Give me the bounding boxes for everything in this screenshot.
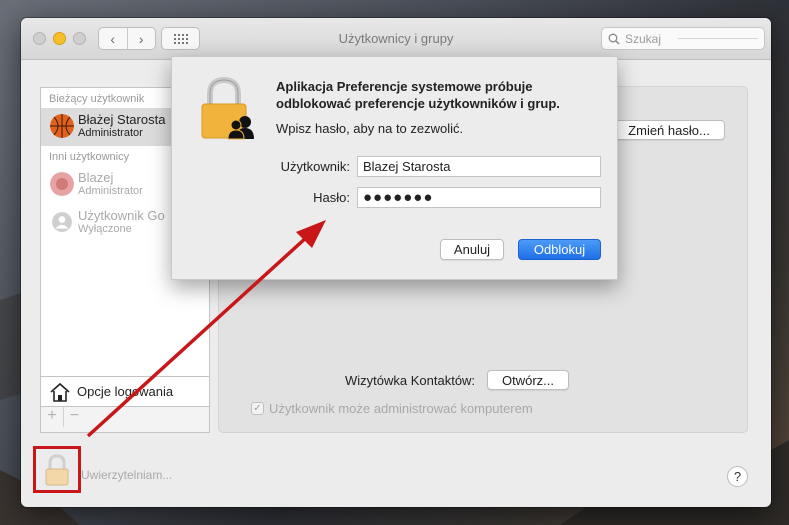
contact-card-label: Wizytówka Kontaktów: <box>345 373 476 388</box>
allow-admin-checkbox[interactable]: ✓ Użytkownik może administrować komputer… <box>251 401 533 416</box>
titlebar: ‹ › Użytkownicy i grupy Szukaj <box>21 18 771 60</box>
cancel-button[interactable]: Anuluj <box>440 239 504 260</box>
dialog-message: Wpisz hasło, aby na to zezwolić. <box>276 121 464 136</box>
basketball-avatar-icon <box>50 114 74 138</box>
add-user-button[interactable]: + <box>41 407 63 427</box>
login-options-label: Opcje logowania <box>77 384 174 399</box>
password-label: Hasło: <box>313 190 350 205</box>
guest-avatar-icon <box>52 212 72 232</box>
search-placeholder: Szukaj <box>625 31 662 46</box>
password-field[interactable]: ●●●●●●● <box>357 187 601 208</box>
open-contact-button[interactable]: Otwórz... <box>487 370 569 390</box>
username-field[interactable]: Blazej Starosta <box>357 156 601 177</box>
house-icon <box>50 382 70 402</box>
allow-admin-label: Użytkownik może administrować komputerem <box>269 401 533 416</box>
login-options-item[interactable]: Opcje logowania <box>41 376 209 406</box>
username-label: Użytkownik: <box>280 159 350 174</box>
change-password-button[interactable]: Zmień hasło... <box>613 120 725 140</box>
sidebar-controls: + − <box>41 406 209 432</box>
authenticating-status: Uwierzytelniam... <box>81 468 173 482</box>
dialog-title: Aplikacja Preferencje systemowe próbuje … <box>276 79 560 111</box>
search-input[interactable]: Szukaj <box>601 27 765 50</box>
authentication-dialog: Aplikacja Preferencje systemowe próbuje … <box>171 56 618 280</box>
locked-padlock-users-icon <box>201 76 254 140</box>
search-icon <box>608 33 620 45</box>
unlock-button[interactable]: Odblokuj <box>518 239 601 260</box>
help-button[interactable]: ? <box>727 466 748 487</box>
checkmark-icon: ✓ <box>251 402 264 415</box>
flower-avatar-icon <box>50 172 74 196</box>
lock-icon <box>45 454 69 486</box>
remove-user-button[interactable]: − <box>63 407 85 427</box>
